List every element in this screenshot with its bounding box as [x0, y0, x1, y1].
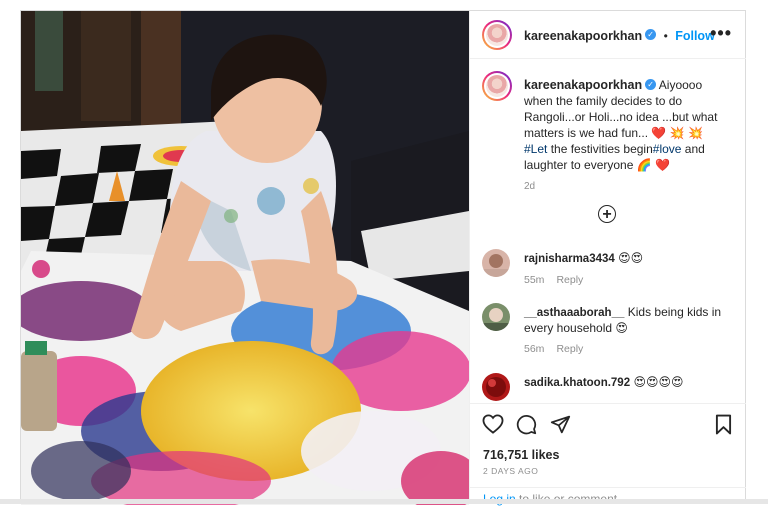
save-bookmark-icon[interactable] [715, 414, 732, 435]
comment-avatar[interactable] [482, 249, 510, 277]
post-header: kareenakapoorkhan ✓ • Follow ••• [470, 11, 746, 59]
comment-avatar-image [486, 377, 506, 397]
comment-username[interactable]: rajnisharma3434 [524, 253, 615, 265]
comment-username[interactable]: sadika.khatoon.792 [524, 377, 630, 389]
caption-author-avatar[interactable] [482, 71, 512, 101]
post-image [21, 11, 469, 505]
comment-time[interactable]: 56m [524, 343, 544, 355]
hashtag-love[interactable]: #love [653, 142, 682, 156]
caption-emoji-1: ❤️ 💥 💥 [651, 126, 703, 140]
comment-time[interactable]: 55m [524, 274, 544, 286]
comment-text: 😍😍😍😍 [633, 375, 684, 389]
post-caption: kareenakapoorkhan ✓ Aiyoooo when the fami… [524, 77, 734, 195]
caption-username[interactable]: kareenakapoorkhan [524, 78, 642, 92]
more-options-icon[interactable]: ••• [710, 24, 732, 42]
comment-avatar[interactable] [482, 373, 510, 401]
comment-text: 😍😍 [618, 251, 644, 265]
comment-bubble-icon[interactable] [516, 414, 537, 435]
comment-avatar-image [482, 254, 510, 277]
share-paper-plane-icon[interactable] [550, 414, 571, 435]
follow-button[interactable]: Follow [675, 29, 715, 43]
verified-badge-icon: ✓ [645, 29, 657, 41]
separator-dot: • [663, 29, 668, 43]
caption-text-part-2: the festivities begin [547, 142, 653, 156]
caption-age[interactable]: 2d [524, 179, 734, 195]
window-bottom-edge [0, 499, 768, 504]
post-actions: 716,751 likes 2 DAYS AGO Log in to like … [470, 403, 746, 506]
comment-avatar-image [482, 308, 510, 331]
load-more-comments-icon[interactable]: + [598, 205, 616, 223]
author-avatar[interactable] [482, 20, 512, 50]
caption-emoji-2: 🌈 ❤️ [636, 158, 670, 172]
post-photo[interactable] [21, 11, 469, 505]
post-sidebar: kareenakapoorkhan ✓ • Follow ••• kareenak… [469, 11, 746, 506]
comment-username[interactable]: __asthaaaborah__ [524, 307, 624, 319]
comment-reply-button[interactable]: Reply [556, 274, 583, 286]
like-heart-icon[interactable] [482, 414, 504, 434]
posted-time: 2 DAYS AGO [483, 466, 539, 476]
comment-reply-button[interactable]: Reply [556, 343, 583, 355]
caption-verified-badge-icon: ✓ [645, 79, 657, 91]
instagram-post: kareenakapoorkhan ✓ • Follow ••• kareenak… [20, 10, 746, 506]
hashtag-let[interactable]: #Let [524, 142, 547, 156]
author-username[interactable]: kareenakapoorkhan [524, 29, 642, 43]
comment-avatar[interactable] [482, 303, 510, 331]
likes-count[interactable]: 716,751 likes [483, 448, 559, 462]
